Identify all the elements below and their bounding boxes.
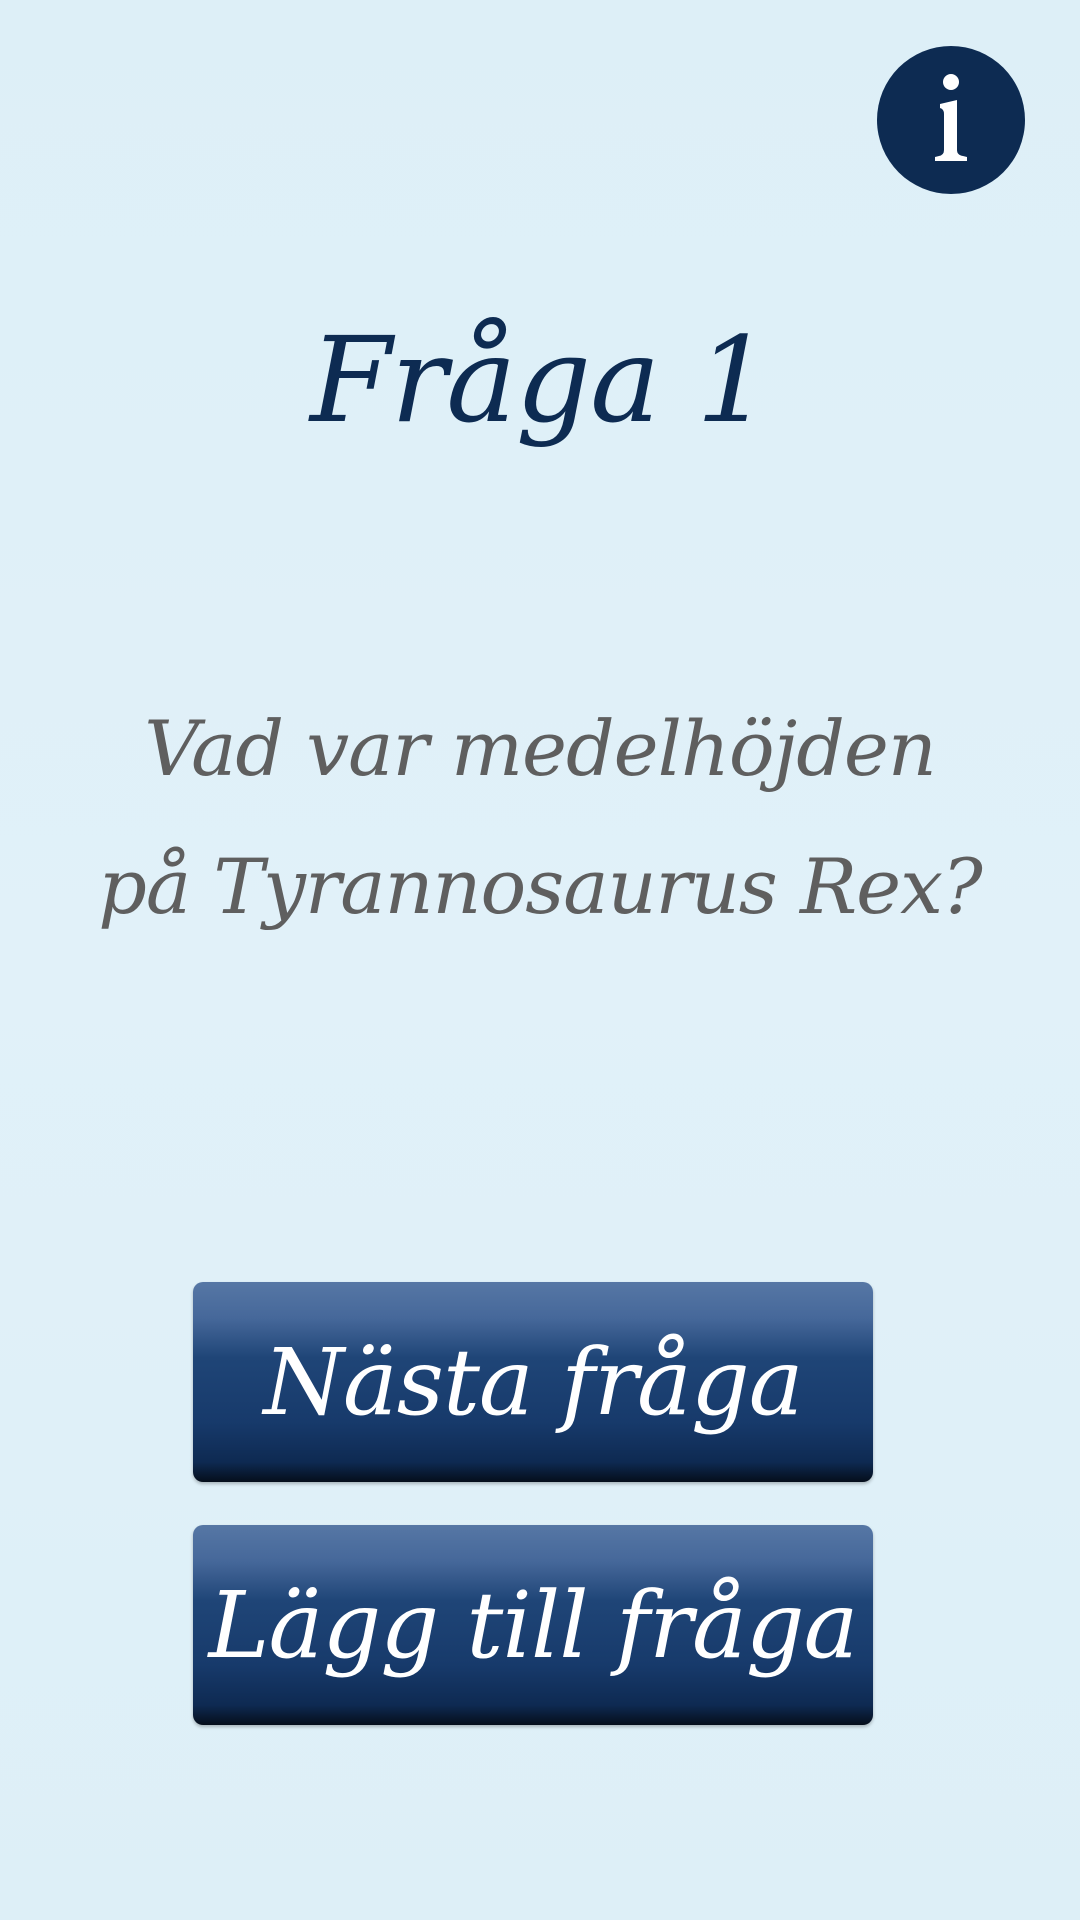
quiz-screen: Fråga 1 Vad var medelhöjden på Tyrannosa…	[0, 0, 1080, 1920]
add-question-label: Lägg till fråga	[208, 1571, 858, 1679]
add-question-button[interactable]: Lägg till fråga	[193, 1525, 873, 1725]
question-number-title: Fråga 1	[309, 311, 771, 449]
info-button[interactable]	[877, 46, 1025, 194]
info-icon	[935, 74, 967, 161]
question-text: Vad var medelhöjden på Tyrannosaurus Rex…	[98, 704, 983, 931]
next-question-label: Nästa fråga	[263, 1328, 803, 1436]
next-question-button[interactable]: Nästa fråga	[193, 1282, 873, 1482]
